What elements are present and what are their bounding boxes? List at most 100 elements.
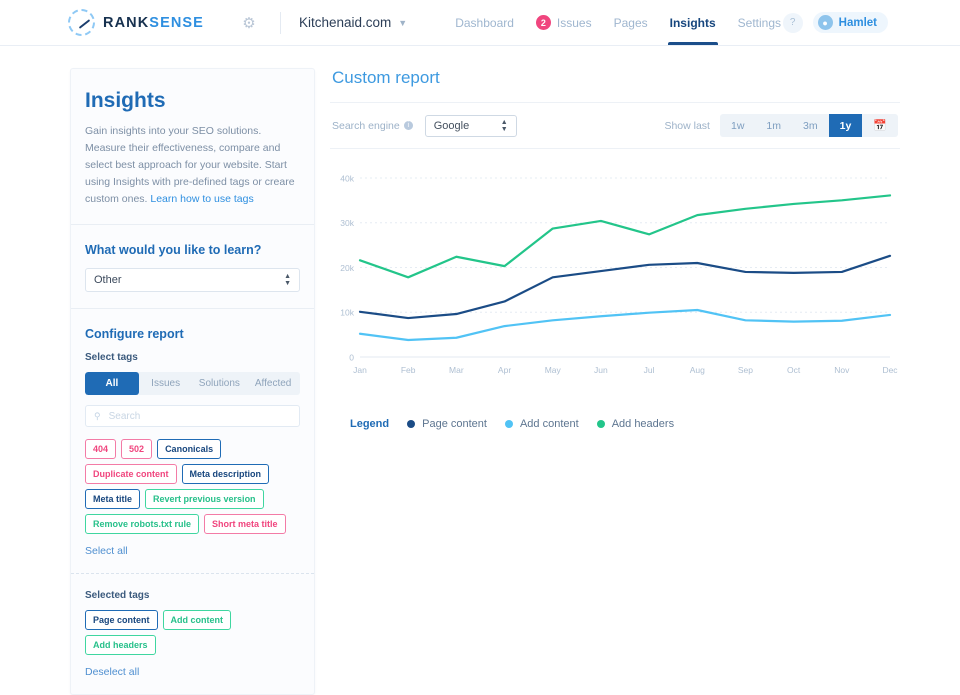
main-nav: Dashboard 2 Issues Pages Insights Settin… [455, 0, 781, 45]
tag-revert-previous-version[interactable]: Revert previous version [145, 489, 264, 509]
x-axis-tick-label: Dec [882, 365, 898, 375]
site-name: Kitchenaid.com [298, 15, 392, 30]
issues-count-badge: 2 [535, 15, 551, 30]
selected-tag-list: Page content Add content Add headers [85, 610, 300, 655]
divider-bottom [330, 148, 900, 149]
range-3m[interactable]: 3m [792, 114, 829, 137]
available-tag-list: 404 502 Canonicals Duplicate content Met… [85, 439, 300, 534]
x-axis-tick-label: Sep [738, 365, 753, 375]
legend-title: Legend [350, 418, 390, 430]
report-controls: Search engine i Google ▲ ▼ Show last 1w 1… [330, 103, 900, 148]
brand-logo[interactable]: RANKSENSE [68, 9, 204, 36]
legend-label: Add content [519, 418, 579, 430]
learn-select[interactable]: Other ▲ ▼ [85, 268, 300, 292]
legend-dot [596, 420, 605, 428]
select-tags-label: Select tags [85, 352, 138, 363]
nav-dashboard[interactable]: Dashboard [455, 0, 514, 45]
search-engine-label: Search engine [332, 119, 400, 132]
x-axis-tick-label: Aug [690, 365, 705, 375]
tag-remove-robots-txt-rule[interactable]: Remove robots.txt rule [85, 514, 200, 534]
selected-tags-section: Selected tags Page content Add content A… [71, 573, 314, 694]
tag-502[interactable]: 502 [121, 439, 153, 459]
selected-tags-heading: Selected tags [85, 590, 150, 601]
learn-heading: What would you like to learn? [85, 243, 262, 257]
configure-report-section: Configure report Select tags All Issues … [71, 308, 314, 573]
y-axis-tick-label: 10k [340, 308, 354, 318]
site-selector[interactable]: Kitchenaid.com ▼ [299, 15, 407, 30]
nav-settings[interactable]: Settings [738, 0, 781, 45]
chart-series-line [358, 194, 892, 279]
page-title: Insights [85, 89, 166, 112]
select-all-link[interactable]: Select all [85, 545, 300, 557]
line-chart-svg: 0 10k 20k 30k 40k Jan Feb Mar Apr May Jun Jul Aug Sep… [340, 173, 898, 375]
range-1w[interactable]: 1w [720, 114, 755, 137]
x-axis-tick-label: Jan [353, 365, 367, 375]
selected-tag-add-content[interactable]: Add content [162, 610, 232, 630]
tab-solutions[interactable]: Solutions [193, 372, 247, 395]
tag-404[interactable]: 404 [85, 439, 117, 459]
tab-all[interactable]: All [85, 372, 139, 395]
chevron-down-icon: ▼ [398, 17, 408, 28]
learn-how-link[interactable]: Learn how to use tags [150, 193, 253, 205]
nav-issues[interactable]: 2 Issues [535, 0, 592, 45]
y-axis-tick-label: 30k [340, 218, 354, 228]
tag-search-wrapper: ⚲ [85, 405, 300, 427]
vertical-divider [279, 11, 281, 34]
user-avatar-icon: ● [817, 15, 833, 30]
user-menu[interactable]: ● Hamlet [812, 12, 888, 33]
nav-insights[interactable]: Insights [667, 0, 718, 45]
selected-tag-page-content[interactable]: Page content [85, 610, 158, 630]
tab-issues[interactable]: Issues [139, 372, 193, 395]
top-navigation-bar: RANKSENSE ⚙ Kitchenaid.com ▼ Dashboard 2… [0, 0, 960, 46]
calendar-icon[interactable]: 📅 [862, 114, 898, 137]
legend-label: Page content [422, 418, 487, 430]
gear-icon[interactable]: ⚙ [240, 14, 258, 32]
legend-label: Add headers [611, 418, 675, 430]
custom-report-title: Custom report [332, 68, 440, 87]
insights-sidebar: Insights Gain insights into your SEO sol… [70, 68, 315, 695]
chart-series-line [358, 254, 892, 320]
range-1y[interactable]: 1y [828, 114, 863, 137]
legend-item-page-content[interactable]: Page content [407, 418, 487, 430]
stepper-icon: ▲ ▼ [500, 118, 508, 133]
tag-meta-description[interactable]: Meta description [181, 464, 270, 484]
legend-dot [407, 420, 416, 428]
info-icon[interactable]: i [403, 121, 413, 130]
chart-legend: Legend Page content Add content Add head… [350, 418, 900, 430]
insights-intro-section: Insights Gain insights into your SEO sol… [71, 69, 314, 224]
learn-select-value: Other [94, 274, 122, 286]
legend-item-add-headers[interactable]: Add headers [596, 418, 675, 430]
tag-filter-tabs: All Issues Solutions Affected [85, 372, 300, 395]
ranksense-logo-icon [68, 9, 95, 36]
tag-canonicals[interactable]: Canonicals [157, 439, 222, 459]
configure-report-heading: Configure report [85, 327, 184, 341]
learn-section: What would you like to learn? Other ▲ ▼ [71, 224, 314, 308]
y-axis-tick-label: 20k [340, 263, 354, 273]
deselect-all-link[interactable]: Deselect all [85, 666, 300, 678]
x-axis-tick-label: Feb [401, 365, 416, 375]
topbar-right-group: ? ● Hamlet [782, 12, 888, 33]
x-axis-tick-label: Mar [449, 365, 464, 375]
search-input[interactable] [106, 409, 291, 423]
range-1m[interactable]: 1m [755, 114, 792, 137]
date-range-controls: Show last 1w 1m 3m 1y 📅 [664, 114, 898, 137]
search-engine-value: Google [433, 119, 470, 132]
tag-meta-title[interactable]: Meta title [85, 489, 141, 509]
main-content: Custom report Search engine i Google ▲ ▼ … [330, 68, 960, 695]
y-axis-tick-label: 40k [340, 173, 354, 183]
search-engine-select[interactable]: Google ▲ ▼ [424, 114, 517, 137]
legend-dot [504, 420, 513, 428]
question-mark-icon[interactable]: ? [782, 12, 803, 33]
selected-tag-add-headers[interactable]: Add headers [85, 635, 156, 655]
nav-pages[interactable]: Pages [614, 0, 648, 45]
y-axis-tick-label: 0 [349, 353, 354, 363]
tab-affected[interactable]: Affected [246, 372, 300, 395]
x-axis-tick-label: Nov [834, 365, 850, 375]
tag-duplicate-content[interactable]: Duplicate content [85, 464, 177, 484]
brand-name-rank: RANK [103, 14, 150, 31]
range-button-group: 1w 1m 3m 1y 📅 [719, 114, 898, 137]
user-name: Hamlet [838, 16, 877, 29]
search-icon: ⚲ [94, 410, 101, 421]
tag-short-meta-title[interactable]: Short meta title [204, 514, 286, 534]
legend-item-add-content[interactable]: Add content [504, 418, 579, 430]
